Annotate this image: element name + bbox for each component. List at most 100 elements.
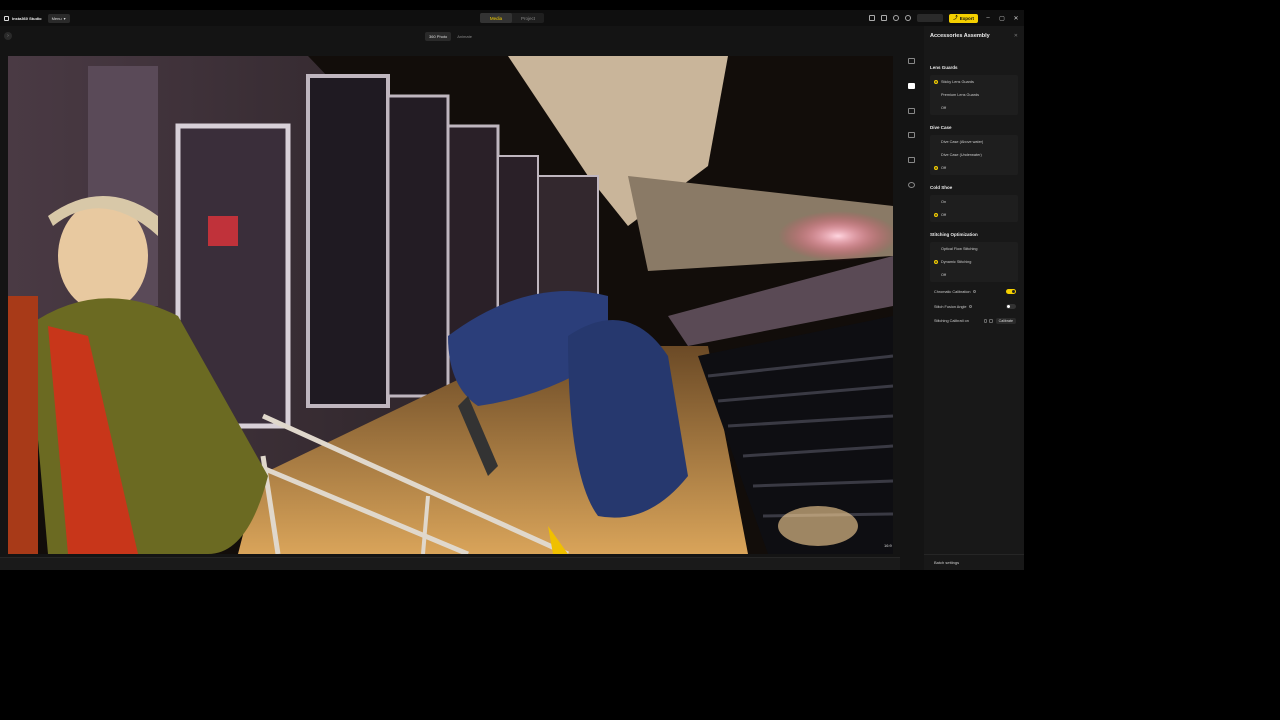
lens-guards-title: Lens Guards [930, 65, 958, 70]
info-icon[interactable] [908, 182, 915, 188]
stitching-title: Stitching Optimization [930, 232, 978, 237]
settings-icon[interactable] [893, 15, 900, 21]
option-label: Sticky Lens Guards [941, 79, 974, 84]
option-dynamic-stitching[interactable]: Dynamic Stitching [930, 255, 1018, 268]
chromatic-toggle[interactable] [1006, 289, 1016, 294]
radio-icon [934, 93, 938, 97]
radio-icon [934, 106, 938, 110]
radio-icon [934, 213, 938, 218]
view-tabs: 360 Photo Animate [425, 32, 476, 41]
cold-shoe-options: On Off [930, 195, 1018, 222]
radio-icon [934, 260, 938, 265]
radio-icon [934, 247, 938, 251]
dive-case-options: Dive Case (Above water) Dive Case (Under… [930, 135, 1018, 176]
title-bar: Insta360 Studio Menu ▾ Media Project ⤴ E… [0, 10, 1024, 26]
reset-icon[interactable] [983, 319, 988, 323]
stitch-fusion-row: Stitch Fusion Angle [934, 304, 1016, 309]
option-label: Dynamic Stitching [941, 260, 972, 265]
option-label: Optical Flow Stitching [941, 246, 978, 251]
radio-icon [934, 153, 938, 157]
export-label: Export [959, 15, 974, 21]
cold-shoe-title: Cold Shoe [930, 185, 953, 190]
image-icon[interactable] [908, 108, 915, 114]
radio-icon [934, 273, 938, 277]
stabilize-icon[interactable] [908, 132, 915, 138]
user-icon[interactable] [905, 15, 912, 21]
layout-icon[interactable] [869, 15, 876, 21]
chevron-down-icon: ▾ [63, 15, 66, 21]
option-dive-case-under[interactable]: Dive Case (Underwater) [930, 148, 1018, 161]
option-label: Dive Case (Above water) [941, 139, 984, 144]
option-cold-shoe-off[interactable]: Off [930, 208, 1018, 221]
option-dive-case-off[interactable]: Off [930, 162, 1018, 175]
dive-case-title: Dive Case [930, 125, 952, 130]
option-label: Off [941, 213, 946, 218]
calibrate-button[interactable]: Calibrate [995, 318, 1016, 324]
maximize-icon[interactable]: ▢ [998, 15, 1006, 22]
collapse-sidebar-button[interactable]: › [4, 32, 12, 40]
panel-title: Accessories Assembly [930, 33, 990, 39]
info-icon[interactable] [972, 289, 977, 294]
photo-viewport[interactable]: 16:9 [8, 56, 893, 554]
chevron-right-icon: › [7, 33, 9, 39]
radio-icon [934, 200, 938, 204]
accessories-icon[interactable] [908, 83, 915, 89]
option-label: Premium Lens Guards [941, 93, 979, 98]
stitching-options: Optical Flow Stitching Dynamic Stitching… [930, 242, 1018, 283]
radio-icon [934, 79, 938, 84]
menu-button[interactable]: Menu ▾ [47, 13, 70, 23]
aspect-ratio-label[interactable]: 16:9 [884, 543, 892, 548]
batch-settings-button[interactable]: Batch settings [924, 554, 1024, 570]
option-label: Off [941, 106, 946, 111]
photo-360-image [8, 56, 893, 554]
menu-label: Menu [51, 15, 62, 21]
accessories-panel: Accessories Assembly ✕ Lens Guards Stick… [924, 26, 1024, 570]
minimize-icon[interactable]: – [984, 15, 992, 21]
option-stitching-off[interactable]: Off [930, 269, 1018, 282]
titlebar-actions: ⤴ Export – ▢ ✕ [869, 13, 1020, 23]
app-logo: Insta360 Studio [4, 15, 42, 21]
timeline-bar[interactable] [0, 557, 920, 570]
fusion-toggle[interactable] [1006, 304, 1016, 309]
file-icon[interactable] [881, 15, 888, 21]
radio-icon [934, 166, 938, 171]
option-lens-guards-off[interactable]: Off [930, 102, 1018, 115]
option-label: Dive Case (Underwater) [941, 153, 982, 158]
tab-360-photo[interactable]: 360 Photo [425, 32, 452, 41]
tab-media[interactable]: Media [480, 13, 512, 23]
option-dive-case-above[interactable]: Dive Case (Above water) [930, 135, 1018, 148]
calib-label: Stitching Calibrati on [934, 318, 969, 323]
fusion-label: Stitch Fusion Angle [934, 304, 967, 309]
radio-icon [934, 140, 938, 144]
info-icon[interactable] [989, 319, 993, 323]
close-icon[interactable]: ✕ [1014, 33, 1018, 39]
calib-mini-icons [983, 319, 993, 323]
viewer-header: › 360 Photo Animate [0, 26, 900, 56]
info-icon[interactable] [968, 304, 973, 309]
chromatic-calibration-row: Chromatic Calibration [934, 289, 1016, 294]
app-name: Insta360 Studio [12, 15, 42, 21]
option-label: Off [941, 166, 946, 171]
adjust-icon[interactable] [908, 58, 915, 64]
option-premium-lens-guards[interactable]: Premium Lens Guards [930, 88, 1018, 101]
logo-icon [4, 15, 9, 21]
viewer-controls: 16:9 [884, 543, 892, 554]
tool-rail [900, 26, 924, 570]
export-icon: ⤴ [953, 15, 958, 20]
print-icon[interactable] [908, 157, 915, 163]
tab-project[interactable]: Project [512, 13, 544, 23]
export-button[interactable]: ⤴ Export [949, 13, 978, 23]
app-window: Insta360 Studio Menu ▾ Media Project ⤴ E… [0, 10, 1024, 570]
mode-switch: Media Project [480, 13, 544, 23]
option-label: Off [941, 273, 946, 278]
chromatic-label: Chromatic Calibration [934, 289, 971, 294]
option-label: On [941, 199, 947, 204]
tab-animate[interactable]: Animate [453, 32, 476, 41]
option-cold-shoe-on[interactable]: On [930, 195, 1018, 208]
option-optical-flow[interactable]: Optical Flow Stitching [930, 242, 1018, 255]
stitching-calibration-row: Stitching Calibrati on Calibrate [934, 318, 1016, 324]
lens-guards-options: Sticky Lens Guards Premium Lens Guards O… [930, 75, 1018, 116]
login-button[interactable] [917, 14, 944, 22]
close-icon[interactable]: ✕ [1012, 15, 1020, 22]
option-sticky-lens-guards[interactable]: Sticky Lens Guards [930, 75, 1018, 88]
